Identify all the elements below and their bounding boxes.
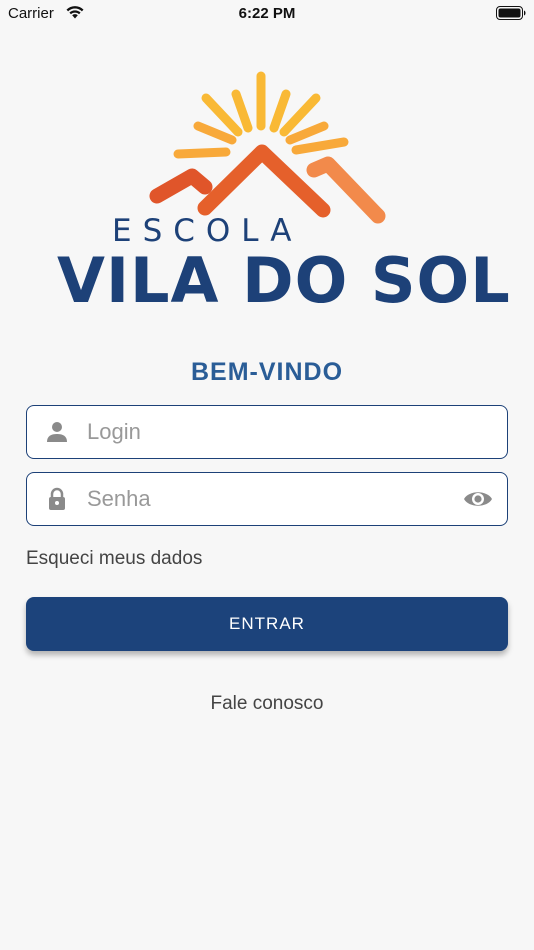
lock-icon <box>49 487 65 510</box>
password-field[interactable] <box>26 472 508 526</box>
password-input[interactable] <box>87 481 457 517</box>
contact-link[interactable]: Fale conosco <box>0 693 534 715</box>
user-icon <box>47 422 67 442</box>
enter-button[interactable]: ENTRAR <box>26 597 508 651</box>
welcome-heading: BEM-VINDO <box>190 358 344 386</box>
login-input[interactable] <box>87 414 457 450</box>
forgot-credentials-link[interactable]: Esqueci meus dados <box>26 548 202 570</box>
eye-icon[interactable] <box>463 487 493 511</box>
logo-text-vila-do-sol: VILA DO SOL <box>57 244 511 317</box>
login-field[interactable] <box>26 405 508 459</box>
